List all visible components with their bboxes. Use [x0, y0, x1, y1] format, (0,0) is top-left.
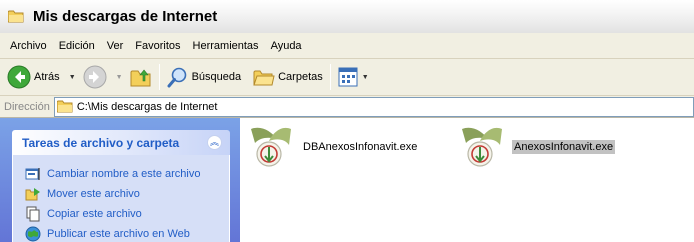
address-label: Dirección	[4, 100, 50, 113]
address-value: C:\Mis descargas de Internet	[76, 100, 218, 113]
views-dropdown-icon[interactable]: ▼	[362, 74, 369, 81]
forward-button[interactable]	[80, 62, 110, 92]
panel-title: Tareas de archivo y carpeta	[22, 135, 180, 150]
menu-archivo[interactable]: Archivo	[4, 40, 53, 52]
infonavit-exe-icon	[251, 127, 291, 167]
task-publish-web[interactable]: Publicar este archivo en Web	[25, 224, 229, 242]
title-bar[interactable]: Mis descargas de Internet	[0, 0, 694, 33]
forward-dropdown-icon[interactable]: ▼	[116, 74, 123, 81]
copy-icon	[26, 206, 40, 222]
folder-icon	[56, 100, 73, 113]
address-field[interactable]: C:\Mis descargas de Internet	[53, 96, 694, 117]
menu-ayuda[interactable]: Ayuda	[265, 40, 308, 52]
collapse-icon[interactable]: ︽	[207, 135, 222, 150]
search-button[interactable]: Búsqueda	[164, 62, 245, 92]
views-icon	[338, 67, 358, 87]
back-dropdown-icon[interactable]: ▼	[69, 74, 76, 81]
up-folder-icon	[130, 69, 151, 87]
menu-edicion[interactable]: Edición	[53, 40, 101, 52]
search-icon	[167, 67, 186, 88]
task-move[interactable]: Mover este archivo	[25, 184, 229, 204]
toolbar-separator	[329, 64, 331, 90]
task-label: Publicar este archivo en Web	[47, 228, 190, 240]
toolbar: Atrás ▼ ▼ Búsqueda Carpetas ▼	[0, 59, 694, 96]
file-name: AnexosInfonavit.exe	[512, 140, 616, 154]
task-label: Copiar este archivo	[47, 208, 142, 220]
forward-arrow-icon	[83, 65, 107, 89]
up-folder-button[interactable]	[127, 62, 155, 92]
menu-herramientas[interactable]: Herramientas	[187, 40, 265, 52]
file-tasks-panel: Tareas de archivo y carpeta ︽ Cambiar no…	[12, 130, 230, 242]
back-button[interactable]: Atrás	[4, 62, 63, 92]
toolbar-separator	[158, 64, 160, 90]
move-icon	[25, 188, 40, 201]
task-rename[interactable]: Cambiar nombre a este archivo	[25, 164, 229, 184]
menu-ver[interactable]: Ver	[101, 40, 130, 52]
back-arrow-icon	[7, 65, 31, 89]
folders-icon	[253, 70, 275, 86]
task-copy[interactable]: Copiar este archivo	[25, 204, 229, 224]
task-label: Cambiar nombre a este archivo	[47, 168, 201, 180]
folders-label: Carpetas	[278, 71, 323, 83]
file-list-view[interactable]: DBAnexosInfonavit.exe AnexosInfonavit.ex…	[240, 118, 694, 242]
menu-bar: Archivo Edición Ver Favoritos Herramient…	[0, 33, 694, 59]
views-button[interactable]	[335, 62, 361, 92]
task-label: Mover este archivo	[47, 188, 140, 200]
panel-header[interactable]: Tareas de archivo y carpeta ︽	[12, 130, 230, 155]
infonavit-exe-icon	[462, 127, 502, 167]
search-label: Búsqueda	[191, 71, 242, 83]
panel-body: Cambiar nombre a este archivo Mover este…	[12, 155, 230, 242]
file-item[interactable]: DBAnexosInfonavit.exe	[247, 125, 419, 169]
folders-button[interactable]: Carpetas	[250, 62, 326, 92]
window-title: Mis descargas de Internet	[33, 8, 218, 25]
back-label: Atrás	[34, 71, 60, 83]
folder-icon	[7, 10, 24, 23]
rename-icon	[25, 168, 40, 180]
menu-favoritos[interactable]: Favoritos	[129, 40, 186, 52]
address-bar: Dirección C:\Mis descargas de Internet	[0, 96, 694, 118]
file-name: DBAnexosInfonavit.exe	[303, 141, 418, 153]
publish-web-icon	[25, 226, 41, 242]
task-pane: Tareas de archivo y carpeta ︽ Cambiar no…	[0, 118, 240, 242]
file-item-selected[interactable]: AnexosInfonavit.exe	[458, 125, 616, 169]
